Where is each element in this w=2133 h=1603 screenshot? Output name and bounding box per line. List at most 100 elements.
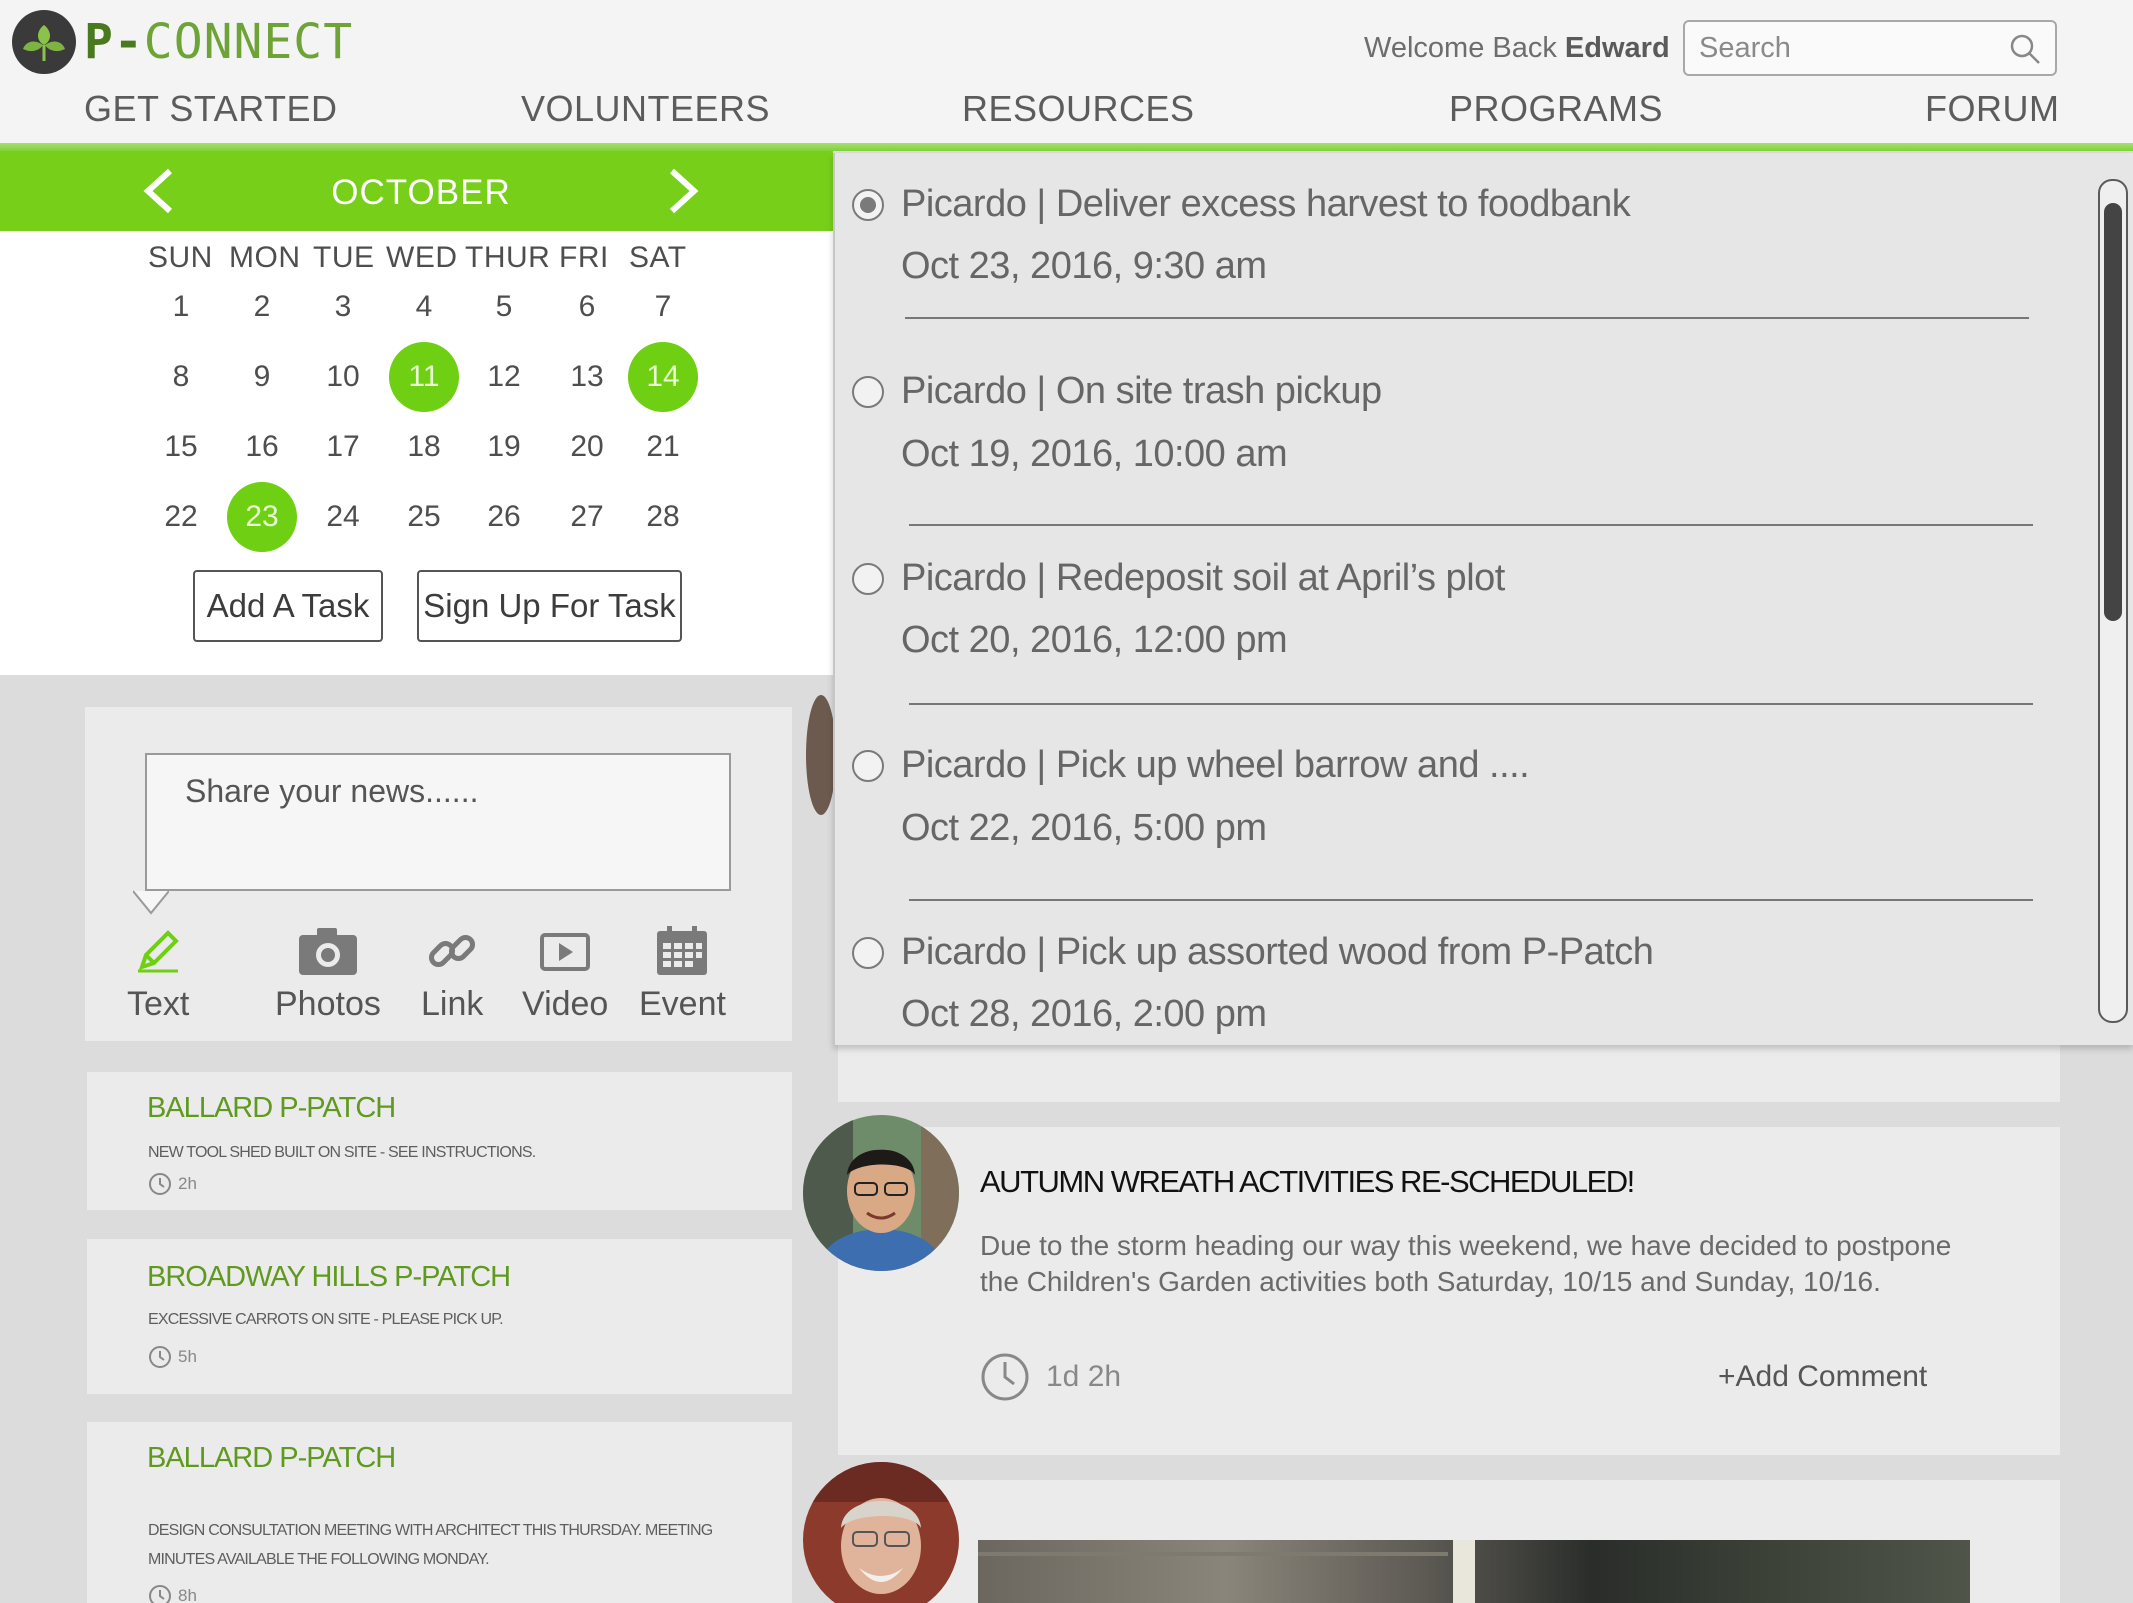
post-title[interactable]: AUTUMN WREATH ACTIVITIES RE-SCHEDULED! (980, 1164, 1635, 1200)
scrollbar-thumb[interactable] (2104, 203, 2122, 621)
sign-up-task-button[interactable]: Sign Up For Task (417, 570, 682, 642)
calendar-day[interactable]: 15 (146, 412, 216, 482)
calendar-day[interactable]: 27 (552, 482, 622, 552)
leaf-icon (12, 10, 76, 74)
logo[interactable]: P-CONNECT (12, 10, 353, 74)
calendar-widget: OCTOBER SUN MON TUE WED THUR FRI SAT 123… (0, 151, 833, 675)
avatar[interactable] (806, 695, 836, 815)
user-name: Edward (1564, 32, 1670, 64)
news-card[interactable]: BALLARD P-PATCH NEW TOOL SHED BUILT ON S… (87, 1072, 792, 1210)
calendar-day[interactable]: 16 (227, 412, 297, 482)
news-time: 5h (148, 1345, 197, 1369)
clock-icon (149, 1346, 171, 1368)
search-input[interactable] (1685, 31, 1985, 65)
calendar-day[interactable]: 5 (469, 272, 539, 342)
task-item[interactable]: Picardo | Pick up assorted wood from P-P… (835, 901, 2075, 1045)
post-photos-button[interactable]: Photos (275, 925, 381, 1024)
calendar-day[interactable]: 13 (552, 342, 622, 412)
news-title[interactable]: BROADWAY HILLS P-PATCH (147, 1261, 511, 1294)
task-title: Picardo | Redeposit soil at April’s plot (901, 557, 1505, 599)
nav-programs[interactable]: PROGRAMS (1449, 88, 1663, 130)
welcome-message: Welcome Back Edward (1364, 32, 1670, 64)
link-icon (429, 934, 476, 968)
news-title[interactable]: BALLARD P-PATCH (147, 1092, 396, 1125)
photo-post (1453, 1540, 1475, 1603)
video-icon (540, 933, 591, 971)
weekday-mon: MON (229, 241, 301, 274)
share-news-card: Share your news...... Text Photos Link V… (85, 707, 792, 1041)
calendar-day[interactable]: 10 (308, 342, 378, 412)
task-radio[interactable] (852, 376, 884, 408)
calendar-day[interactable]: 8 (146, 342, 216, 412)
add-comment-button[interactable]: +Add Comment (1718, 1360, 1927, 1394)
calendar-day[interactable]: 2 (227, 272, 297, 342)
weekday-sat: SAT (629, 241, 687, 274)
calendar-day[interactable]: 21 (628, 412, 698, 482)
calendar-day[interactable]: 23 (227, 482, 297, 552)
post-video-button[interactable]: Video (522, 925, 608, 1024)
weekday-sun: SUN (148, 241, 213, 274)
calendar-day[interactable]: 24 (308, 482, 378, 552)
calendar-day[interactable]: 7 (628, 272, 698, 342)
avatar[interactable] (803, 1115, 959, 1271)
calendar-month: OCTOBER (331, 173, 511, 212)
weekday-fri: FRI (559, 241, 609, 274)
task-date: Oct 28, 2016, 2:00 pm (901, 993, 1267, 1035)
calendar-day[interactable]: 6 (552, 272, 622, 342)
task-list-scrollbar[interactable] (2098, 179, 2128, 1023)
task-radio[interactable] (852, 189, 884, 221)
post-event-button[interactable]: Event (639, 925, 726, 1024)
photo-plank (978, 1552, 1448, 1556)
post-text-button[interactable]: Text (127, 925, 189, 1024)
prev-month-icon[interactable] (140, 167, 180, 220)
task-date: Oct 22, 2016, 5:00 pm (901, 807, 1267, 849)
camera-icon (298, 928, 357, 975)
pencil-icon (138, 930, 180, 973)
post-photo[interactable] (978, 1540, 1970, 1603)
nav-resources[interactable]: RESOURCES (962, 88, 1195, 130)
post-link-button[interactable]: Link (421, 925, 483, 1024)
calendar-day[interactable]: 3 (308, 272, 378, 342)
next-month-icon[interactable] (662, 167, 702, 220)
task-item[interactable]: Picardo | On site trash pickup Oct 19, 2… (835, 323, 2075, 529)
task-title: Picardo | Pick up assorted wood from P-P… (901, 931, 1654, 973)
clock-icon (149, 1173, 171, 1195)
calendar-day[interactable]: 14 (628, 342, 698, 412)
calendar-day[interactable]: 26 (469, 482, 539, 552)
task-radio[interactable] (852, 750, 884, 782)
news-title[interactable]: BALLARD P-PATCH (147, 1442, 396, 1475)
task-item[interactable]: Picardo | Redeposit soil at April’s plot… (835, 529, 2075, 705)
task-list-dropdown: Picardo | Deliver excess harvest to food… (833, 153, 2133, 1045)
nav-forum[interactable]: FORUM (1925, 88, 2059, 130)
share-news-input[interactable]: Share your news...... (145, 753, 731, 891)
calendar-day[interactable]: 28 (628, 482, 698, 552)
nav-get-started[interactable]: GET STARTED (84, 88, 338, 130)
calendar-day[interactable]: 20 (552, 412, 622, 482)
clock-icon (149, 1585, 171, 1603)
task-item[interactable]: Picardo | Pick up wheel barrow and .... … (835, 705, 2075, 901)
clock-icon (981, 1353, 1029, 1401)
calendar-day[interactable]: 4 (389, 272, 459, 342)
search-box[interactable] (1683, 20, 2057, 76)
calendar-day[interactable]: 22 (146, 482, 216, 552)
news-card[interactable]: BALLARD P-PATCH DESIGN CONSULTATION MEET… (87, 1422, 792, 1603)
speech-bubble-tail (133, 890, 169, 915)
calendar-day[interactable]: 19 (469, 412, 539, 482)
calendar-day[interactable]: 17 (308, 412, 378, 482)
add-task-button[interactable]: Add A Task (193, 570, 383, 642)
news-card[interactable]: BROADWAY HILLS P-PATCH EXCESSIVE CARROTS… (87, 1239, 792, 1394)
calendar-day[interactable]: 11 (389, 342, 459, 412)
task-item[interactable]: Picardo | Deliver excess harvest to food… (835, 153, 2075, 323)
search-icon[interactable] (2009, 33, 2041, 70)
calendar-day[interactable]: 1 (146, 272, 216, 342)
post-time: 1d 2h (980, 1352, 1121, 1402)
calendar-day[interactable]: 25 (389, 482, 459, 552)
calendar-day[interactable]: 9 (227, 342, 297, 412)
calendar-day[interactable]: 18 (389, 412, 459, 482)
calendar-day[interactable]: 12 (469, 342, 539, 412)
task-radio[interactable] (852, 937, 884, 969)
divider (905, 317, 2029, 319)
task-radio[interactable] (852, 563, 884, 595)
news-time: 2h (148, 1172, 197, 1196)
nav-volunteers[interactable]: VOLUNTEERS (521, 88, 770, 130)
